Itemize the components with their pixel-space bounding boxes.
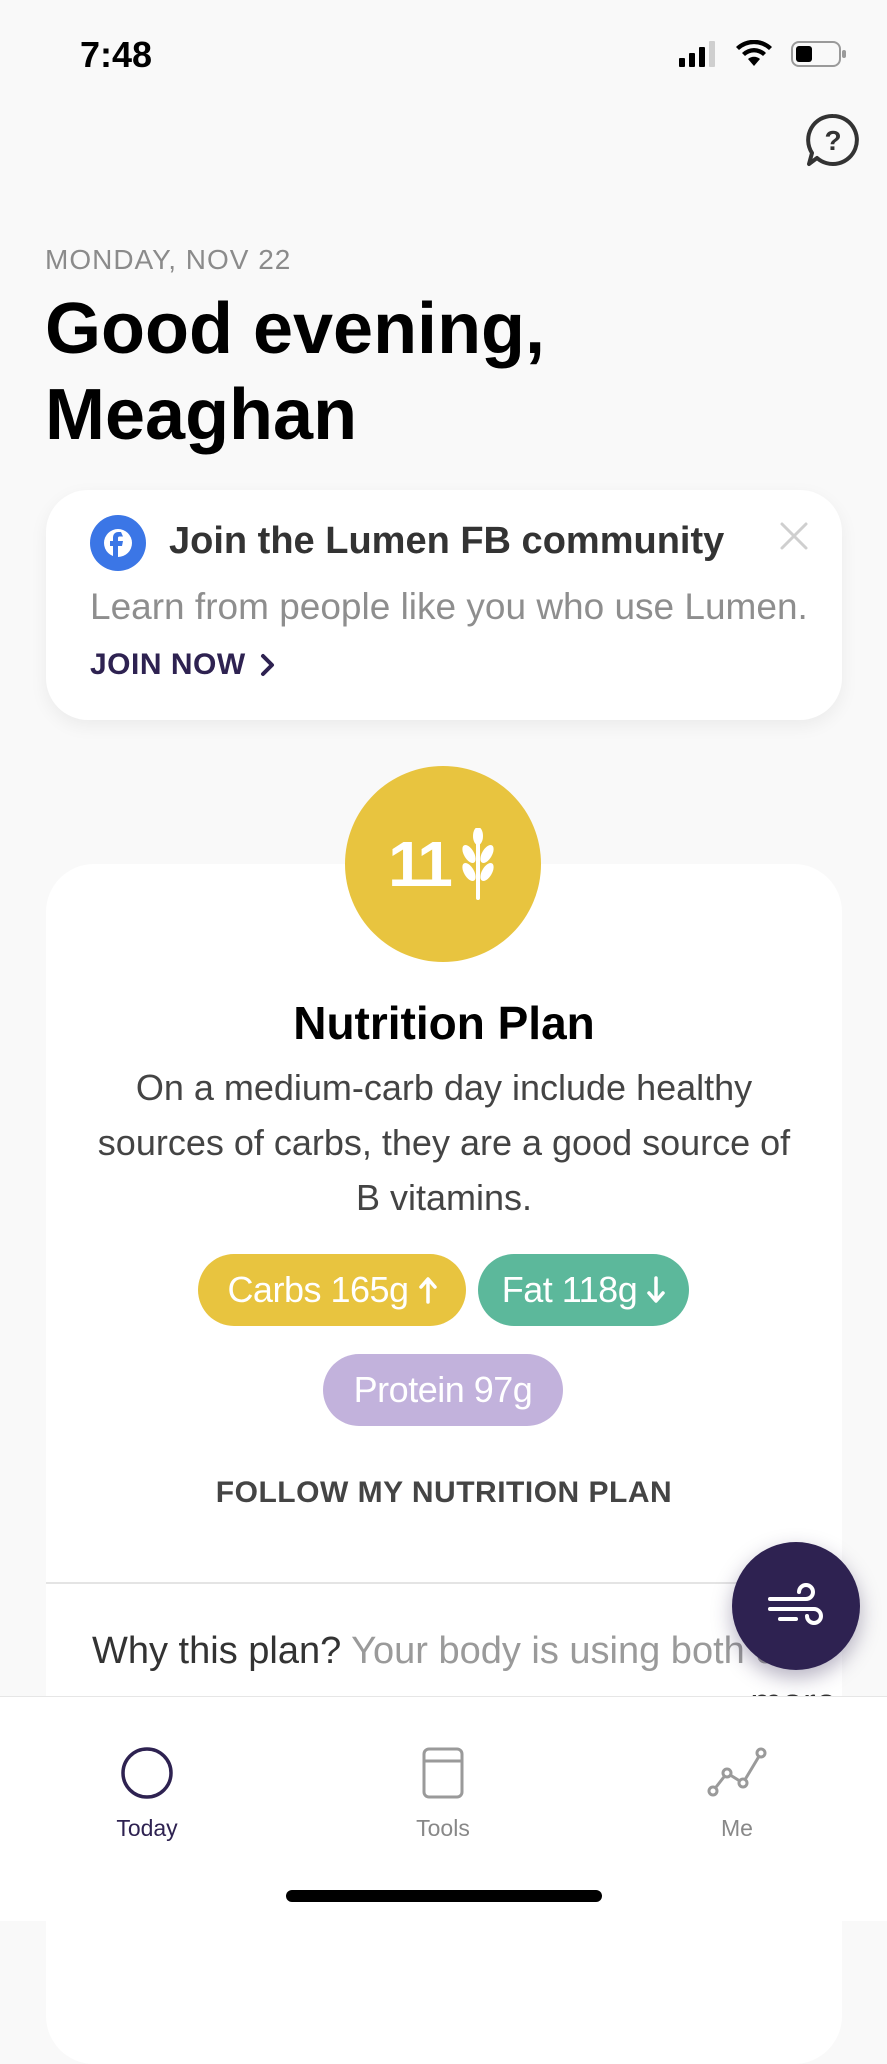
greeting-name: Meaghan (45, 375, 358, 455)
nutrition-plan-title: Nutrition Plan (293, 997, 595, 1049)
help-button[interactable]: ? (803, 110, 863, 170)
card-divider (46, 1582, 842, 1584)
date-label: MONDAY, NOV 22 (45, 244, 292, 275)
signal-icon (679, 41, 715, 67)
tab-me[interactable]: Me (637, 1697, 837, 1857)
join-now-button[interactable]: JOIN NOW (90, 648, 276, 682)
fb-community-card: Join the Lumen FB community Learn from p… (46, 490, 842, 720)
tab-today-label: Today (116, 1815, 178, 1841)
circle-icon (121, 1747, 173, 1799)
tab-tools-label: Tools (416, 1815, 470, 1841)
greeting-title: Good evening, Meaghan (45, 286, 805, 458)
chevron-right-icon (260, 654, 274, 676)
wheat-icon (462, 828, 494, 900)
why-lead: Why this plan? (92, 1630, 352, 1672)
status-bar: 7:48 (0, 0, 887, 110)
facebook-icon (90, 515, 146, 571)
tools-card-icon (422, 1747, 464, 1799)
carbs-pill: Carbs 165g (198, 1254, 466, 1326)
status-time: 7:48 (80, 34, 153, 75)
breath-fab-button[interactable] (732, 1542, 860, 1670)
svg-text:?: ? (824, 125, 841, 156)
home-indicator (286, 1890, 602, 1902)
wind-icon (768, 1583, 823, 1625)
battery-icon (791, 41, 846, 67)
fat-label: Fat 118g (501, 1269, 638, 1310)
protein-pill: Protein 97g (323, 1354, 563, 1426)
plan-badge-number: 11 (388, 828, 453, 900)
close-icon[interactable] (776, 518, 812, 554)
fb-card-description: Learn from people like you who use Lumen… (90, 586, 808, 627)
carbs-label: Carbs 165g (227, 1269, 409, 1310)
status-icons (679, 40, 847, 68)
help-chat-icon: ? (806, 113, 859, 166)
protein-label: Protein 97g (353, 1369, 533, 1410)
tab-today[interactable]: Today (47, 1697, 247, 1857)
tab-me-label: Me (721, 1815, 753, 1841)
plan-badge: 11 (345, 766, 541, 962)
arrow-down-icon (647, 1276, 665, 1303)
tab-tools[interactable]: Tools (343, 1697, 543, 1857)
tab-bar: Today Tools Me (0, 1696, 887, 1921)
join-now-label: JOIN NOW (90, 648, 246, 681)
nutrition-plan-description: On a medium-carb day include healthy sou… (97, 1067, 791, 1218)
fb-card-title: Join the Lumen FB community (169, 520, 725, 562)
arrow-up-icon (418, 1277, 437, 1304)
fat-pill: Fat 118g (478, 1254, 689, 1326)
greeting-line1: Good evening, (45, 289, 546, 369)
stats-graph-icon (707, 1747, 767, 1797)
wifi-icon (736, 40, 772, 66)
follow-nutrition-plan-button[interactable]: FOLLOW MY NUTRITION PLAN (46, 1476, 842, 1510)
why-this-plan-text: Why this plan? Your body is using both c… (92, 1620, 812, 1700)
